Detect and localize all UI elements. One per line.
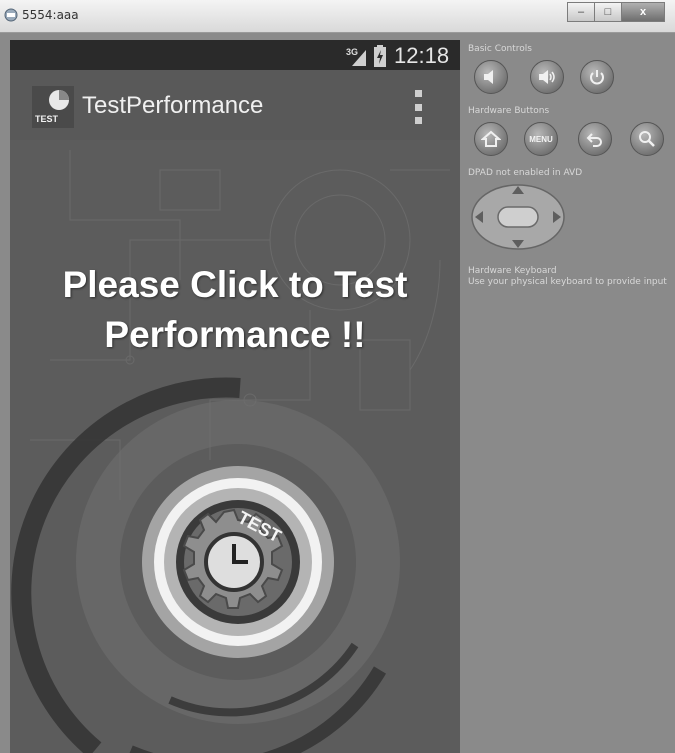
power-button[interactable]	[580, 60, 614, 94]
power-icon	[590, 70, 604, 85]
status-clock: 12:18	[394, 43, 450, 68]
network-type: 3G	[346, 47, 358, 57]
emulator-controls-panel: Basic Controls Hardware Buttons MENU DPA…	[460, 40, 675, 753]
dpad-icon	[471, 184, 565, 250]
signal-icon: 3G	[346, 47, 366, 66]
emulator-app-icon	[4, 8, 18, 22]
window-controls: – □ x	[567, 2, 665, 22]
action-bar: TEST TestPerformance	[10, 70, 460, 140]
volume-up-icon	[539, 70, 555, 84]
app-logo-text: TEST	[35, 114, 59, 124]
home-icon	[481, 130, 501, 147]
headline-text: Please Click to Test Performance !!	[62, 264, 408, 355]
dpad-center-button[interactable]	[497, 206, 539, 228]
search-button[interactable]	[630, 122, 664, 156]
back-icon	[586, 133, 602, 147]
overflow-menu-icon[interactable]	[412, 90, 424, 124]
volume-up-button[interactable]	[530, 60, 564, 94]
home-button[interactable]	[474, 122, 508, 156]
menu-button-label: MENU	[529, 134, 553, 144]
battery-icon	[374, 45, 386, 67]
search-icon	[639, 131, 655, 147]
back-button[interactable]	[578, 122, 612, 156]
emulator-window: 5554:aaa – □ x 3G 12:18 TEST TestPerform…	[0, 0, 675, 753]
device-screen: 3G 12:18 TEST TestPerformance Please Cli…	[10, 40, 460, 753]
test-button[interactable]: TEST	[154, 478, 322, 646]
keyboard-hint: Use your physical keyboard to provide in…	[468, 277, 667, 287]
title-bar: 5554:aaa – □ x	[0, 0, 675, 33]
status-bar: 3G 12:18	[10, 40, 460, 70]
keyboard-label: Hardware Keyboard	[468, 266, 557, 276]
close-button[interactable]: x	[621, 2, 665, 22]
volume-down-button[interactable]	[474, 60, 508, 94]
maximize-button[interactable]: □	[594, 2, 622, 22]
dpad-label: DPAD not enabled in AVD	[468, 168, 583, 178]
menu-button[interactable]: MENU	[524, 122, 558, 156]
hardware-buttons-label: Hardware Buttons	[468, 106, 550, 116]
test-graphic: TEST	[11, 377, 400, 753]
minimize-button[interactable]: –	[567, 2, 595, 22]
app-title: TestPerformance	[82, 92, 264, 119]
window-title: 5554:aaa	[22, 8, 79, 22]
app-logo-icon: TEST	[32, 86, 74, 128]
basic-controls-label: Basic Controls	[468, 44, 532, 54]
volume-down-icon	[484, 70, 493, 84]
